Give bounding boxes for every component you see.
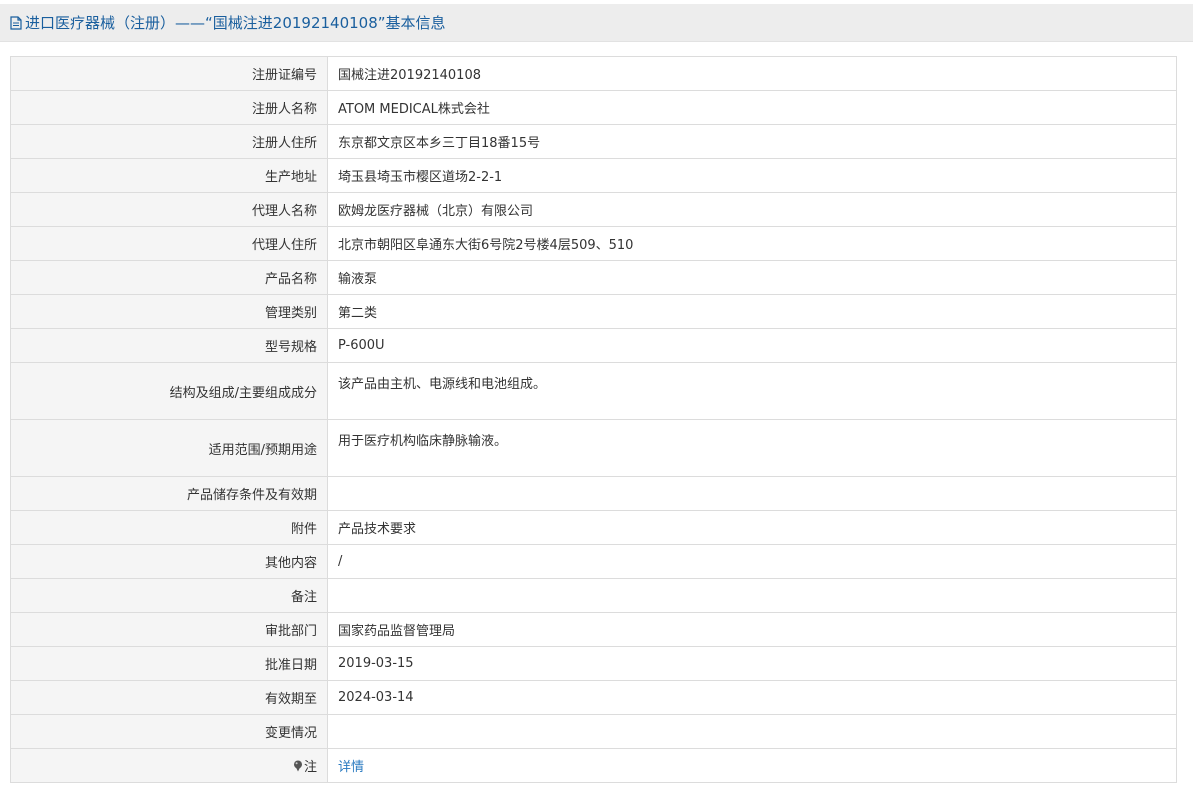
details-link[interactable]: 详情 (338, 760, 364, 775)
row-label: 产品储存条件及有效期 (10, 476, 328, 511)
row-value: 国家药品监督管理局 (327, 612, 1177, 647)
table-row: 备注 (10, 578, 1177, 613)
page-title: 进口医疗器械（注册）——“国械注进20192140108”基本信息 (25, 14, 446, 32)
row-label: 注册证编号 (10, 56, 328, 91)
row-label: 注册人住所 (10, 124, 328, 159)
row-label: 结构及组成/主要组成成分 (10, 362, 328, 420)
document-icon (10, 15, 22, 30)
row-label: 批准日期 (10, 646, 328, 681)
row-value (327, 578, 1177, 613)
row-label: 变更情况 (10, 714, 328, 749)
row-label: 审批部门 (10, 612, 328, 647)
table-row: 其他内容 / (10, 544, 1177, 579)
row-value: 埼玉县埼玉市樱区道场2-2-1 (327, 158, 1177, 193)
row-label: 型号规格 (10, 328, 328, 363)
row-value-note: 详情 (327, 748, 1177, 783)
row-value (327, 476, 1177, 511)
table-row: 生产地址 埼玉县埼玉市樱区道场2-2-1 (10, 158, 1177, 193)
row-value: ATOM MEDICAL株式会社 (327, 90, 1177, 125)
info-table: 注册证编号 国械注进20192140108 注册人名称 ATOM MEDICAL… (10, 56, 1177, 783)
table-row: 结构及组成/主要组成成分 该产品由主机、电源线和电池组成。 (10, 362, 1177, 420)
row-value: / (327, 544, 1177, 579)
table-row: 型号规格 P-600U (10, 328, 1177, 363)
page-title-bar: 进口医疗器械（注册）——“国械注进20192140108”基本信息 (0, 4, 1193, 42)
row-value: P-600U (327, 328, 1177, 363)
table-row: 注 详情 (10, 748, 1177, 783)
row-label: 注册人名称 (10, 90, 328, 125)
row-label: 管理类别 (10, 294, 328, 329)
row-label-note: 注 (10, 748, 328, 783)
row-value: 2019-03-15 (327, 646, 1177, 681)
row-value: 第二类 (327, 294, 1177, 329)
row-value: 产品技术要求 (327, 510, 1177, 545)
row-value: 输液泵 (327, 260, 1177, 295)
row-label: 其他内容 (10, 544, 328, 579)
table-row: 注册人名称 ATOM MEDICAL株式会社 (10, 90, 1177, 125)
row-label: 产品名称 (10, 260, 328, 295)
row-value: 该产品由主机、电源线和电池组成。 (327, 362, 1177, 420)
row-value: 用于医疗机构临床静脉输液。 (327, 419, 1177, 477)
table-row: 产品储存条件及有效期 (10, 476, 1177, 511)
row-label: 代理人名称 (10, 192, 328, 227)
row-label: 附件 (10, 510, 328, 545)
table-row: 批准日期 2019-03-15 (10, 646, 1177, 681)
row-value: 北京市朝阳区阜通东大街6号院2号楼4层509、510 (327, 226, 1177, 261)
row-label: 备注 (10, 578, 328, 613)
table-row: 产品名称 输液泵 (10, 260, 1177, 295)
note-label: 注 (303, 760, 317, 775)
table-row: 代理人住所 北京市朝阳区阜通东大街6号院2号楼4层509、510 (10, 226, 1177, 261)
table-row: 注册证编号 国械注进20192140108 (10, 56, 1177, 91)
row-label: 生产地址 (10, 158, 328, 193)
table-row: 附件 产品技术要求 (10, 510, 1177, 545)
row-label: 适用范围/预期用途 (10, 419, 328, 477)
table-row: 注册人住所 东京都文京区本乡三丁目18番15号 (10, 124, 1177, 159)
row-value: 2024-03-14 (327, 680, 1177, 715)
row-value: 东京都文京区本乡三丁目18番15号 (327, 124, 1177, 159)
row-value: 欧姆龙医疗器械（北京）有限公司 (327, 192, 1177, 227)
row-value: 国械注进20192140108 (327, 56, 1177, 91)
table-row: 管理类别 第二类 (10, 294, 1177, 329)
table-row: 变更情况 (10, 714, 1177, 749)
table-row: 代理人名称 欧姆龙医疗器械（北京）有限公司 (10, 192, 1177, 227)
pin-icon (293, 760, 303, 772)
row-label: 有效期至 (10, 680, 328, 715)
table-row: 适用范围/预期用途 用于医疗机构临床静脉输液。 (10, 419, 1177, 477)
table-row: 有效期至 2024-03-14 (10, 680, 1177, 715)
row-value (327, 714, 1177, 749)
table-row: 审批部门 国家药品监督管理局 (10, 612, 1177, 647)
row-label: 代理人住所 (10, 226, 328, 261)
